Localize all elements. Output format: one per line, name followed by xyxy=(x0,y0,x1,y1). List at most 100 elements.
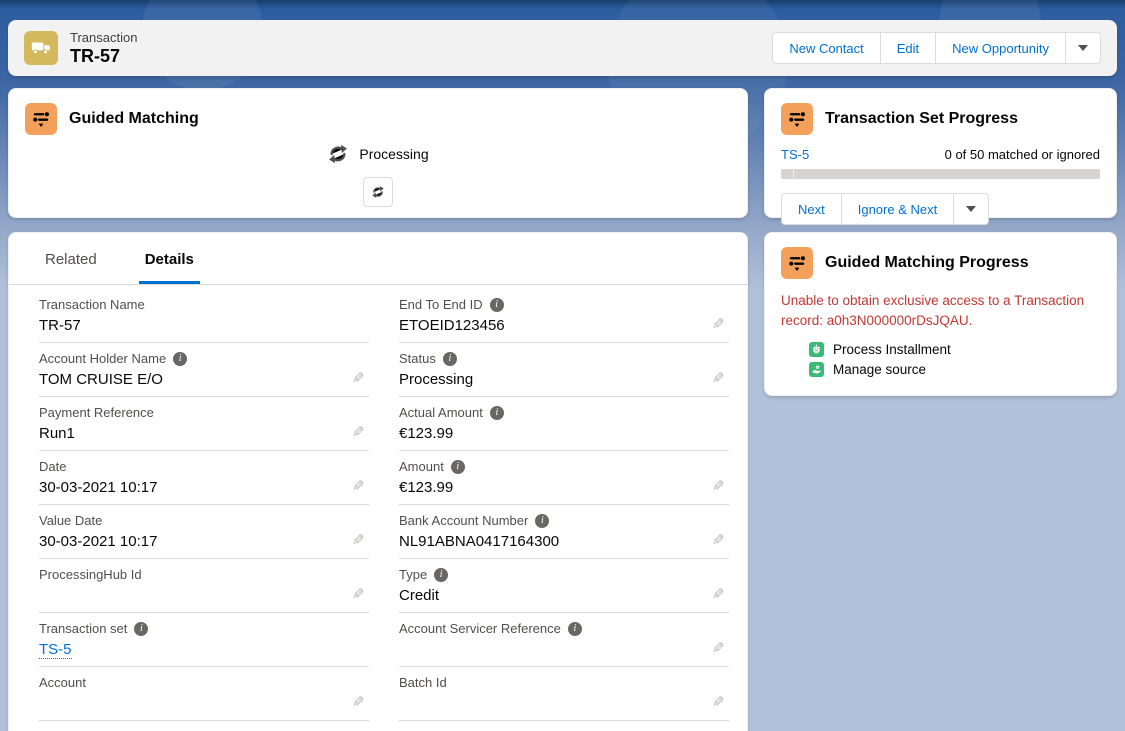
processing-status-text: Processing xyxy=(359,146,428,162)
edit-pencil-icon[interactable]: ✎ xyxy=(712,695,725,710)
progress-count-text: 0 of 50 matched or ignored xyxy=(945,147,1100,162)
info-icon[interactable]: i xyxy=(490,406,504,420)
transaction-set-link[interactable]: TS-5 xyxy=(781,147,809,162)
info-icon[interactable]: i xyxy=(173,352,187,366)
edit-pencil-icon[interactable]: ✎ xyxy=(352,371,365,386)
field-label: Bank Account Number i xyxy=(399,513,729,528)
info-icon[interactable]: i xyxy=(568,622,582,636)
detail-field-row: Status i Processing ✎ xyxy=(399,343,729,397)
edit-pencil-icon[interactable]: ✎ xyxy=(352,587,365,602)
field-label: Amount i xyxy=(399,459,729,474)
guided-matching-progress-icon xyxy=(781,247,813,279)
sync-icon xyxy=(371,185,385,199)
manage-source-icon xyxy=(809,362,824,377)
chevron-down-icon xyxy=(1078,45,1088,51)
detail-field-row: End To End ID i ETOEID123456 ✎ xyxy=(399,289,729,343)
field-value: TS-5 xyxy=(39,641,369,661)
error-message: Unable to obtain exclusive access to a T… xyxy=(781,291,1100,330)
field-value xyxy=(39,587,369,607)
edit-pencil-icon[interactable]: ✎ xyxy=(352,479,365,494)
detail-tabs: Related Details xyxy=(9,233,747,285)
guided-matching-step: Manage source xyxy=(809,362,1100,377)
detail-field-row: Batch Id i ✎ xyxy=(399,667,729,721)
page-title: TR-57 xyxy=(70,46,137,67)
field-label: Date i xyxy=(39,459,369,474)
detail-field-row: Bank Account Number i NL91ABNA0417164300… xyxy=(399,505,729,559)
more-actions-button[interactable] xyxy=(1065,32,1101,64)
more-progress-actions-button[interactable] xyxy=(953,193,989,225)
field-value xyxy=(399,695,729,715)
field-label: ProcessingHub Id i xyxy=(39,567,369,582)
guided-matching-steps: Process Installment Manage source xyxy=(809,342,1100,377)
edit-pencil-icon[interactable]: ✎ xyxy=(712,641,725,656)
info-icon[interactable]: i xyxy=(434,568,448,582)
field-value-link[interactable]: TS-5 xyxy=(39,641,72,659)
record-detail-card: Related Details Transaction Name i TR-57… xyxy=(8,232,748,731)
edit-pencil-icon[interactable]: ✎ xyxy=(712,371,725,386)
record-type-label: Transaction xyxy=(70,30,137,45)
step-label: Manage source xyxy=(833,362,926,377)
field-label: Status i xyxy=(399,351,729,366)
edit-pencil-icon[interactable]: ✎ xyxy=(712,479,725,494)
chevron-down-icon xyxy=(966,206,976,212)
guided-matching-step: Process Installment xyxy=(809,342,1100,357)
progress-bar xyxy=(781,169,1100,179)
field-value: €123.99 xyxy=(399,425,729,445)
field-label: Type i xyxy=(399,567,729,582)
detail-field-row: Date i 30-03-2021 10:17 ✎ xyxy=(39,451,369,505)
detail-field-row: Guided Matching Job Id i 7073N00000tuiSp… xyxy=(399,721,729,731)
ignore-and-next-button[interactable]: Ignore & Next xyxy=(841,193,955,225)
page: Transaction TR-57 New Contact Edit New O… xyxy=(0,0,1125,731)
tab-details[interactable]: Details xyxy=(139,233,200,284)
edit-pencil-icon[interactable]: ✎ xyxy=(712,317,725,332)
detail-field-row: Amount i €123.99 ✎ xyxy=(399,451,729,505)
edit-pencil-icon[interactable]: ✎ xyxy=(352,533,365,548)
field-label: Actual Amount i xyxy=(399,405,729,420)
field-value: Credit xyxy=(399,587,729,607)
detail-field-row: Actual Amount i €123.99 ✎ xyxy=(399,397,729,451)
guided-matching-progress-title: Guided Matching Progress xyxy=(825,254,1029,272)
detail-fields-right-column: End To End ID i ETOEID123456 ✎ Status i … xyxy=(399,289,729,731)
field-label: Transaction set i xyxy=(39,621,369,636)
info-icon[interactable]: i xyxy=(451,460,465,474)
info-icon[interactable]: i xyxy=(134,622,148,636)
detail-field-row: Account i ✎ xyxy=(39,667,369,721)
edit-pencil-icon[interactable]: ✎ xyxy=(352,695,365,710)
edit-pencil-icon[interactable]: ✎ xyxy=(352,425,365,440)
detail-field-row: Transaction Name i TR-57 ✎ xyxy=(39,289,369,343)
field-label: Account Servicer Reference i xyxy=(399,621,729,636)
tab-related[interactable]: Related xyxy=(39,233,103,284)
edit-button[interactable]: Edit xyxy=(880,32,936,64)
detail-field-row: Value Date i 30-03-2021 10:17 ✎ xyxy=(39,505,369,559)
field-value: NL91ABNA0417164300 xyxy=(399,533,729,553)
edit-pencil-icon[interactable]: ✎ xyxy=(712,587,725,602)
guided-matching-title: Guided Matching xyxy=(69,110,199,128)
field-value: 30-03-2021 10:17 xyxy=(39,533,369,553)
field-label: End To End ID i xyxy=(399,297,729,312)
info-icon[interactable]: i xyxy=(490,298,504,312)
field-label: Batch Id i xyxy=(399,675,729,690)
step-label: Process Installment xyxy=(833,342,951,357)
info-icon[interactable]: i xyxy=(443,352,457,366)
field-value: €123.99 xyxy=(399,479,729,499)
field-value: Run1 xyxy=(39,425,369,445)
detail-field-row: Account Holder Name i TOM CRUISE E/O ✎ xyxy=(39,343,369,397)
detail-field-row: Transaction set i TS-5 ✎ xyxy=(39,613,369,667)
refresh-button[interactable] xyxy=(363,177,393,207)
detail-field-row: ProcessingHub Id i ✎ xyxy=(39,559,369,613)
edit-pencil-icon[interactable]: ✎ xyxy=(712,533,725,548)
next-button[interactable]: Next xyxy=(781,193,842,225)
field-value: TR-57 xyxy=(39,317,369,337)
detail-fields-left-column: Transaction Name i TR-57 ✎ Account Holde… xyxy=(39,289,369,731)
detail-field-row: Type i Credit ✎ xyxy=(399,559,729,613)
new-contact-button[interactable]: New Contact xyxy=(772,32,880,64)
field-label: Account i xyxy=(39,675,369,690)
field-value: ETOEID123456 xyxy=(399,317,729,337)
info-icon[interactable]: i xyxy=(535,514,549,528)
detail-field-row: Account Servicer Reference i ✎ xyxy=(399,613,729,667)
field-label: Transaction Name i xyxy=(39,297,369,312)
record-identity: Transaction TR-57 xyxy=(24,30,137,67)
record-actions: New Contact Edit New Opportunity xyxy=(772,32,1101,64)
transaction-truck-icon xyxy=(24,31,58,65)
new-opportunity-button[interactable]: New Opportunity xyxy=(935,32,1066,64)
